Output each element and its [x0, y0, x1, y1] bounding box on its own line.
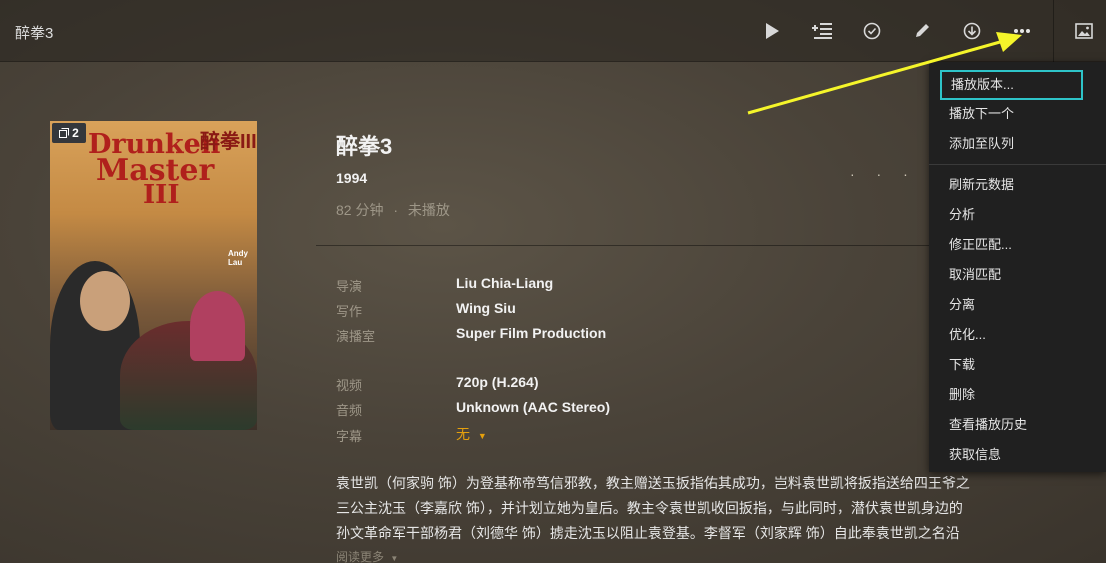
- more-button[interactable]: [1008, 16, 1036, 46]
- more-actions-menu: 播放版本... 播放下一个 添加至队列 刷新元数据 分析 修正匹配... 取消匹…: [929, 62, 1106, 472]
- summary-line: 三公主沈玉（李嘉欣 饰），并计划立她为皇后。教主令袁世凯收回扳指，与此同时，潜伏…: [336, 500, 963, 516]
- artwork-button[interactable]: [1070, 16, 1098, 46]
- subtitle-label: 字幕: [336, 429, 363, 444]
- summary-line: 孙文革命军干部杨君（刘德华 饰）掳走沈玉以阻止袁登基。李督军（刘家辉 饰）自此奉…: [336, 525, 960, 541]
- menu-item-split[interactable]: 分离: [929, 290, 1106, 320]
- menu-item-analyze[interactable]: 分析: [929, 200, 1106, 230]
- studio-label: 演播室: [336, 329, 376, 344]
- menu-item-play-history[interactable]: 查看播放历史: [929, 410, 1106, 440]
- play-icon: [766, 23, 779, 39]
- writer-value[interactable]: Wing Siu: [456, 300, 516, 316]
- menu-item-unmatch[interactable]: 取消匹配: [929, 260, 1106, 290]
- mark-watched-button[interactable]: [858, 16, 886, 46]
- pencil-icon: [916, 24, 929, 37]
- movie-meta: 82 分钟 · 未播放: [336, 200, 450, 220]
- meta-separator: ·: [393, 202, 399, 218]
- play-button[interactable]: [758, 16, 786, 46]
- edit-button[interactable]: [908, 16, 936, 46]
- video-label: 视频: [336, 378, 363, 393]
- subtitle-value: 无: [456, 426, 470, 442]
- subtitle-select[interactable]: 无 ▼: [456, 424, 487, 444]
- studio-value[interactable]: Super Film Production: [456, 325, 606, 341]
- menu-item-download[interactable]: 下载: [929, 350, 1106, 380]
- director-value[interactable]: Liu Chia-Liang: [456, 275, 553, 291]
- movie-title: 醉拳3: [336, 134, 393, 159]
- menu-item-refresh-metadata[interactable]: 刷新元数据: [929, 170, 1106, 200]
- movie-poster[interactable]: Drunken Master III 醉拳III Andy Lau: [50, 121, 257, 430]
- menu-item-optimize[interactable]: 优化...: [929, 320, 1106, 350]
- poster-actress: [190, 291, 245, 361]
- audio-value[interactable]: Unknown (AAC Stereo): [456, 399, 610, 415]
- menu-divider: [929, 164, 1106, 165]
- movie-duration: 82 分钟: [336, 202, 384, 218]
- menu-item-delete[interactable]: 删除: [929, 380, 1106, 410]
- movie-summary: 袁世凯（何家驹 饰）为登基称帝笃信邪教，教主赠送玉扳指佑其成功，岂料袁世凯将扳指…: [336, 471, 1026, 546]
- image-icon: [1075, 23, 1093, 39]
- read-more-link[interactable]: 阅读更多 ▼: [336, 548, 398, 563]
- versions-icon: [59, 128, 70, 138]
- check-circle-icon: [863, 22, 881, 40]
- more-icon: [1014, 29, 1030, 33]
- poster-face: [80, 271, 130, 331]
- top-bar: 醉拳3: [0, 0, 1106, 62]
- writer-label: 写作: [336, 304, 363, 319]
- add-to-queue-icon: [812, 23, 832, 39]
- menu-item-play-version[interactable]: 播放版本...: [940, 70, 1083, 100]
- page-title: 醉拳3: [15, 25, 54, 42]
- menu-item-add-to-queue[interactable]: 添加至队列: [929, 129, 1106, 159]
- chevron-down-icon: ▼: [477, 431, 487, 441]
- audio-label: 音频: [336, 403, 363, 418]
- director-label: 导演: [336, 279, 363, 294]
- toolbar-divider: [1053, 0, 1054, 62]
- read-more-label: 阅读更多: [336, 550, 385, 563]
- add-to-queue-button[interactable]: [808, 16, 836, 46]
- movie-year: 1994: [336, 170, 368, 186]
- version-count: 2: [72, 126, 79, 140]
- poster-chinese-title: 醉拳III: [200, 131, 257, 153]
- menu-item-fix-match[interactable]: 修正匹配...: [929, 230, 1106, 260]
- download-icon: [963, 22, 981, 40]
- chevron-down-icon: ▼: [390, 554, 399, 563]
- play-status: 未播放: [407, 202, 450, 218]
- poster-credit: Andy Lau: [228, 249, 248, 267]
- menu-item-play-next[interactable]: 播放下一个: [929, 99, 1106, 129]
- video-value: 720p (H.264): [456, 374, 539, 390]
- download-button[interactable]: [958, 16, 986, 46]
- menu-item-get-info[interactable]: 获取信息: [929, 440, 1106, 470]
- details-divider: [316, 245, 936, 246]
- version-count-badge: 2: [52, 123, 86, 143]
- summary-line: 袁世凯（何家驹 饰）为登基称帝笃信邪教，教主赠送玉扳指佑其成功，岂料袁世凯将扳指…: [336, 475, 970, 491]
